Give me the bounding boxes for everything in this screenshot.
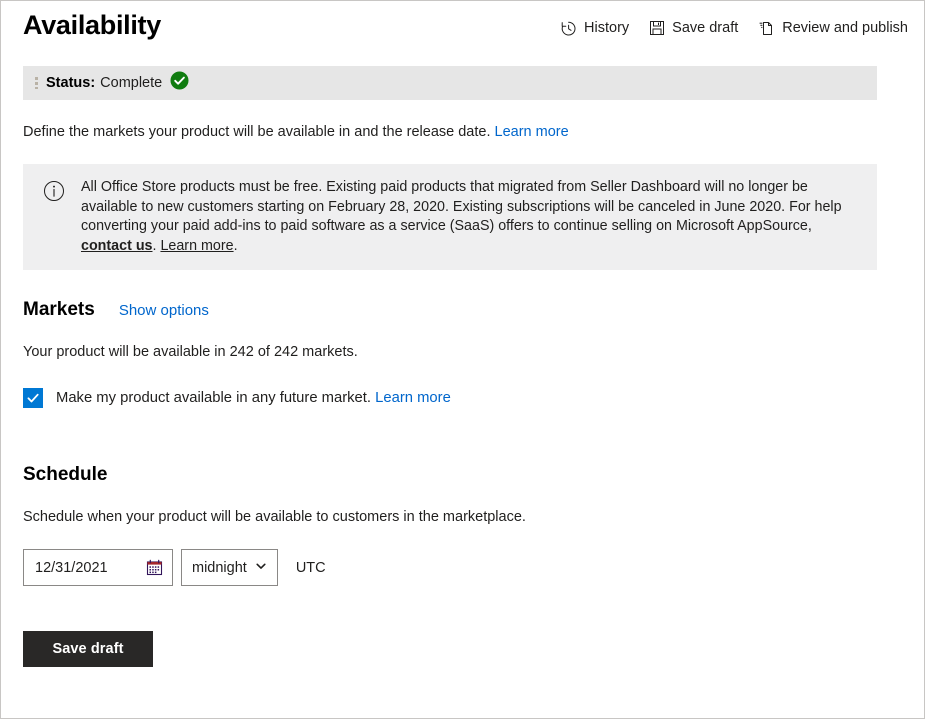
status-label: Status: (46, 75, 96, 91)
history-label: History (584, 20, 630, 36)
release-date-input[interactable] (35, 559, 142, 576)
publish-page-icon (758, 20, 775, 37)
info-banner-body: All Office Store products must be free. … (81, 179, 842, 234)
info-banner: All Office Store products must be free. … (23, 164, 877, 270)
status-value: Complete (100, 75, 163, 91)
info-circle-icon (43, 180, 65, 207)
history-button[interactable]: History (560, 19, 629, 37)
timezone-label: UTC (295, 559, 326, 576)
release-date-field[interactable] (23, 549, 173, 586)
intro-learn-more-link[interactable]: Learn more (495, 124, 569, 140)
markets-section-header: Markets Show options (23, 297, 902, 323)
checkmark-icon (27, 393, 39, 403)
future-market-checkbox-label: Make my product available in any future … (56, 388, 451, 408)
review-and-publish-button[interactable]: Review and publish (758, 19, 908, 37)
schedule-section-header: Schedule (23, 462, 902, 488)
schedule-title: Schedule (23, 464, 108, 485)
info-banner-text: All Office Store products must be free. … (81, 178, 863, 256)
show-options-link[interactable]: Show options (119, 302, 209, 319)
future-market-checkbox-text: Make my product available in any future … (56, 390, 371, 406)
history-icon (560, 20, 577, 37)
intro-text: Define the markets your product will be … (23, 122, 902, 142)
schedule-controls: midnight UTC (23, 549, 902, 586)
future-market-checkbox[interactable] (23, 388, 43, 408)
chevron-down-icon (255, 559, 267, 577)
contact-us-link[interactable]: contact us (81, 238, 153, 254)
save-icon (649, 20, 665, 36)
save-draft-command[interactable]: Save draft (649, 19, 738, 37)
review-and-publish-label: Review and publish (782, 20, 908, 36)
schedule-description: Schedule when your product will be avail… (23, 509, 526, 525)
check-circle-icon (170, 71, 189, 95)
info-banner-period: . (233, 237, 238, 254)
page-header: Availability History Save draft Review a… (1, 1, 924, 47)
status-bar: Status: Complete (23, 66, 877, 100)
intro-sentence: Define the markets your product will be … (23, 124, 491, 140)
future-market-learn-more-link[interactable]: Learn more (375, 390, 451, 406)
future-market-checkbox-row: Make my product available in any future … (23, 388, 902, 408)
markets-title: Markets (23, 299, 95, 320)
save-draft-button[interactable]: Save draft (23, 631, 153, 667)
save-draft-command-label: Save draft (672, 20, 739, 36)
release-time-value: midnight (192, 559, 247, 576)
calendar-icon[interactable] (146, 559, 163, 576)
info-banner-learn-more-link[interactable]: Learn more (160, 238, 233, 254)
status-drag-handle-icon (35, 77, 38, 89)
release-time-select[interactable]: midnight (181, 549, 278, 586)
availability-page: Availability History Save draft Review a… (0, 0, 925, 719)
command-bar: History Save draft Review and publish (560, 7, 908, 37)
markets-availability-text: Your product will be available in 242 of… (23, 344, 358, 360)
page-title: Availability (23, 10, 161, 40)
